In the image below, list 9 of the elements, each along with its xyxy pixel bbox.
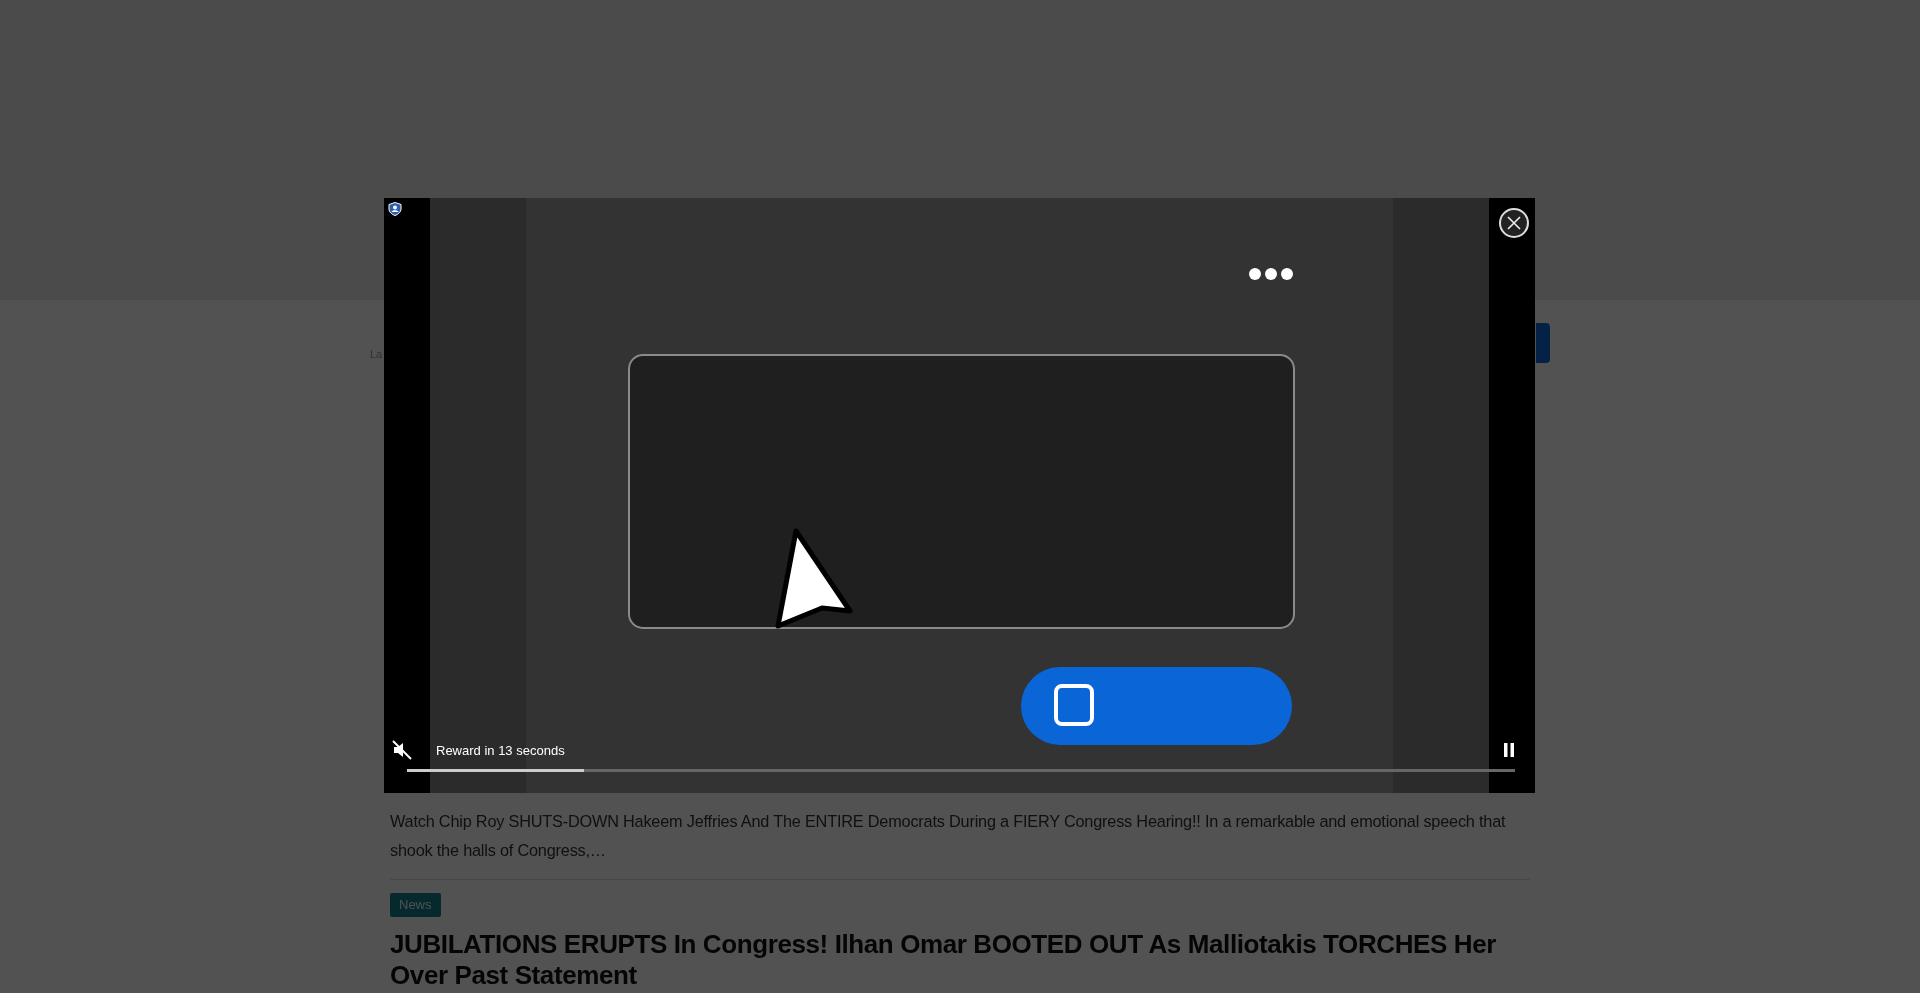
shield-icon — [388, 202, 402, 216]
reward-countdown: Reward in 13 seconds — [436, 743, 565, 759]
close-button[interactable] — [1499, 208, 1529, 238]
close-icon — [1507, 216, 1521, 230]
progress-track[interactable] — [407, 769, 1515, 772]
muted-speaker-icon[interactable] — [392, 740, 412, 760]
article-excerpt: Watch Chip Roy SHUTS-DOWN Hakeem Jeffries And The ENTIRE Democrats During a FIERY Congress Hearing!! In a remarkable and emotional speech that shook the halls of Congress,… — [389, 811, 1507, 861]
category-tag[interactable]: News — [390, 893, 441, 917]
article-headline[interactable]: JUBILATIONS ERUPTS In Congress! Ilhan Omar BOOTED OUT As Malliotakis TORCHES Her Over Past Statement — [390, 928, 1530, 991]
